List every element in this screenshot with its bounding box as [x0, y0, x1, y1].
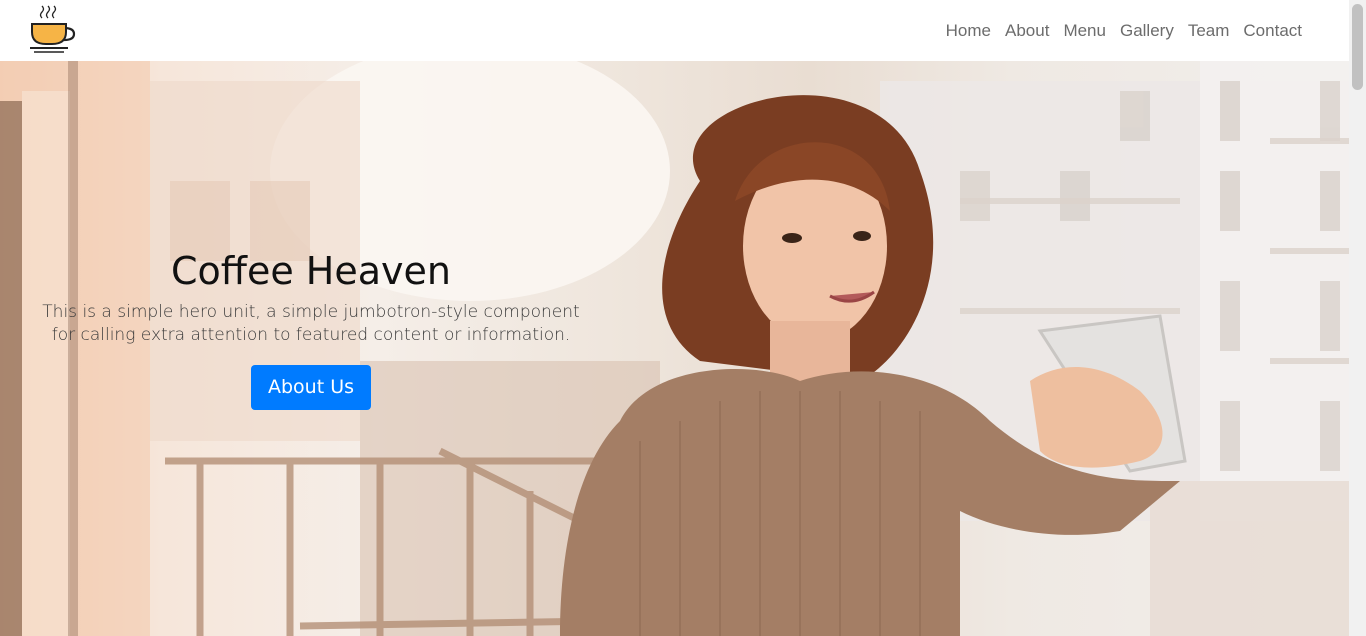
- navbar: Home About Menu Gallery Team Contact: [0, 0, 1349, 61]
- hero-section: Coffee Heaven This is a simple hero unit…: [0, 61, 1349, 636]
- page: Home About Menu Gallery Team Contact Cof…: [0, 0, 1366, 636]
- about-us-button[interactable]: About Us: [250, 365, 372, 410]
- nav-link-about[interactable]: About: [998, 22, 1056, 39]
- nav-links: Home About Menu Gallery Team Contact: [939, 0, 1309, 61]
- nav-link-team[interactable]: Team: [1181, 22, 1237, 39]
- nav-link-home[interactable]: Home: [939, 22, 998, 39]
- hero-title: Coffee Heaven: [171, 249, 451, 293]
- nav-link-gallery[interactable]: Gallery: [1113, 22, 1181, 39]
- hero-content: Coffee Heaven This is a simple hero unit…: [0, 247, 622, 410]
- nav-link-contact[interactable]: Contact: [1236, 22, 1309, 39]
- nav-link-menu[interactable]: Menu: [1056, 22, 1113, 39]
- scrollbar[interactable]: [1349, 0, 1366, 636]
- hero-lead: This is a simple hero unit, a simple jum…: [42, 302, 580, 345]
- scrollbar-thumb[interactable]: [1352, 4, 1363, 90]
- coffee-cup-icon[interactable]: [26, 4, 80, 56]
